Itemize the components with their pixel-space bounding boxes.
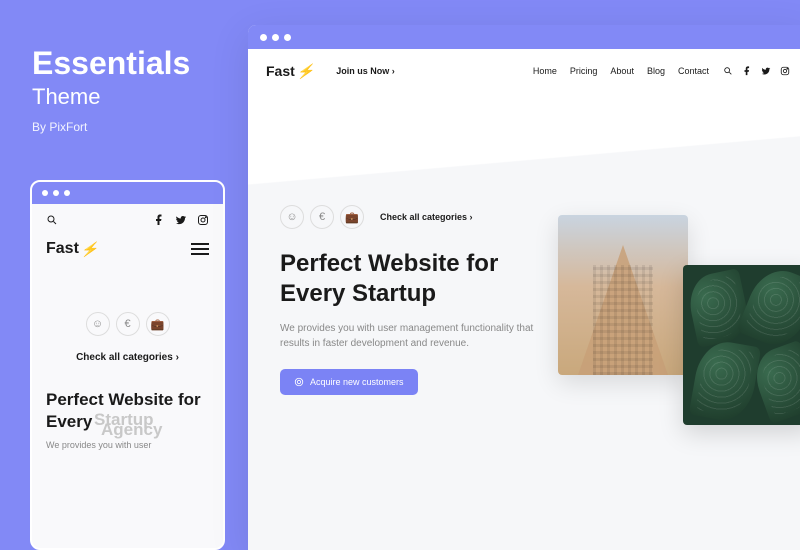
category-icons: ☺ € 💼 xyxy=(280,205,364,229)
briefcase-icon: 💼 xyxy=(340,205,364,229)
hero-images xyxy=(558,215,688,375)
person-icon: ☺ xyxy=(86,312,110,336)
main-navigation: Fast⚡ Join us Now › Home Pricing About B… xyxy=(248,49,800,93)
instagram-icon[interactable] xyxy=(780,66,790,76)
search-icon[interactable] xyxy=(723,66,733,76)
hero-headline: Perfect Website for Every Startup Agency xyxy=(46,389,209,433)
mobile-window-chrome xyxy=(32,182,223,204)
rotating-word-agency: Agency xyxy=(101,419,162,441)
nav-home[interactable]: Home xyxy=(533,66,557,76)
hamburger-menu-icon[interactable] xyxy=(191,243,209,255)
hero-section: ☺ € 💼 Check all categories › Perfect Web… xyxy=(280,205,540,395)
promo-sidebar: Essentials Theme By PixFort xyxy=(32,45,190,134)
facebook-icon[interactable] xyxy=(153,214,165,226)
hero-subtext: We provides you with user management fun… xyxy=(280,321,540,351)
building-image xyxy=(558,215,688,375)
hero-headline: Perfect Website for Every Startup xyxy=(280,249,540,309)
mobile-preview: Fast⚡ ☺ € 💼 Check all categories › Perfe… xyxy=(30,180,225,550)
nav-blog[interactable]: Blog xyxy=(647,66,665,76)
hero-subtext: We provides you with user xyxy=(46,439,209,453)
brand-logo[interactable]: Fast⚡ xyxy=(46,240,98,258)
cta-label: Acquire new customers xyxy=(310,377,404,387)
twitter-icon[interactable] xyxy=(761,66,771,76)
promo-byline: By PixFort xyxy=(32,120,190,134)
promo-subtitle: Theme xyxy=(32,84,190,110)
briefcase-icon: 💼 xyxy=(146,312,170,336)
check-categories-link[interactable]: Check all categories › xyxy=(380,212,473,222)
category-icons: ☺ € 💼 xyxy=(46,312,209,336)
target-icon xyxy=(294,377,304,387)
check-categories-link[interactable]: Check all categories › xyxy=(46,352,209,363)
nav-about[interactable]: About xyxy=(610,66,634,76)
search-icon[interactable] xyxy=(46,214,58,226)
twitter-icon[interactable] xyxy=(175,214,187,226)
nav-pricing[interactable]: Pricing xyxy=(570,66,598,76)
desktop-window-chrome xyxy=(248,25,800,49)
brand-logo[interactable]: Fast⚡ xyxy=(266,63,314,80)
globe-icon: € xyxy=(116,312,140,336)
instagram-icon[interactable] xyxy=(197,214,209,226)
person-icon: ☺ xyxy=(280,205,304,229)
acquire-customers-button[interactable]: Acquire new customers xyxy=(280,369,418,395)
nav-contact[interactable]: Contact xyxy=(678,66,709,76)
promo-title: Essentials xyxy=(32,45,190,82)
join-us-link[interactable]: Join us Now › xyxy=(336,66,395,76)
desktop-preview: Fast⚡ Join us Now › Home Pricing About B… xyxy=(248,25,800,550)
plant-image xyxy=(683,265,800,425)
globe-icon: € xyxy=(310,205,334,229)
facebook-icon[interactable] xyxy=(742,66,752,76)
